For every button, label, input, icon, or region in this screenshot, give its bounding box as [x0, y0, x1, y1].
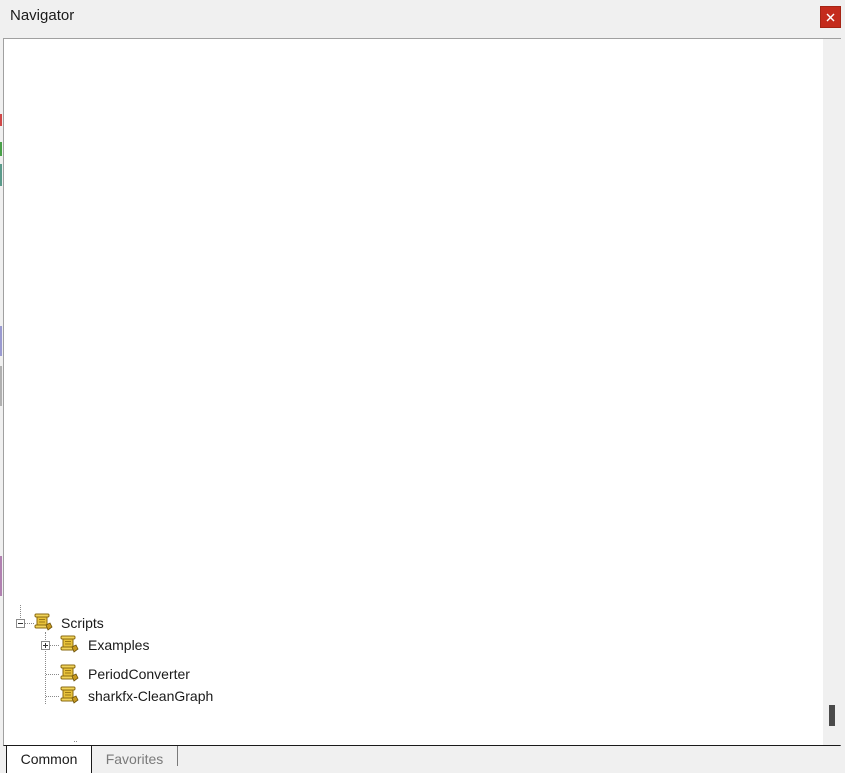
script-scroll-icon — [34, 613, 53, 631]
script-scroll-icon — [60, 664, 79, 682]
script-scroll-icon — [60, 686, 79, 704]
navigator-panel: Navigator Scripts Examples PeriodConvert… — [0, 0, 845, 773]
tab-label: Common — [20, 751, 78, 767]
script-scroll-icon — [60, 635, 79, 653]
navigator-tree[interactable]: Scripts Examples PeriodConverter sharkfx… — [3, 38, 841, 746]
tab-bar: Common Favorites — [0, 746, 845, 773]
tree-node-label: Scripts — [61, 615, 104, 631]
close-icon — [826, 13, 835, 21]
panel-title: Navigator — [10, 7, 75, 24]
tree-node-label: PeriodConverter — [88, 666, 190, 682]
vertical-scrollbar[interactable] — [823, 39, 841, 745]
tab-label: Favorites — [105, 751, 164, 767]
tab-favorites[interactable]: Favorites — [92, 746, 178, 767]
close-button[interactable] — [820, 6, 841, 28]
examples-expand-toggle[interactable] — [41, 641, 50, 650]
tree-node-label: sharkfx-CleanGraph — [88, 688, 214, 704]
tree-node-label: Examples — [88, 637, 150, 653]
scripts-collapse-toggle[interactable] — [16, 619, 25, 628]
scrollbar-thumb[interactable] — [829, 705, 835, 726]
title-bar: Navigator — [0, 0, 845, 34]
tab-common[interactable]: Common — [6, 746, 92, 773]
